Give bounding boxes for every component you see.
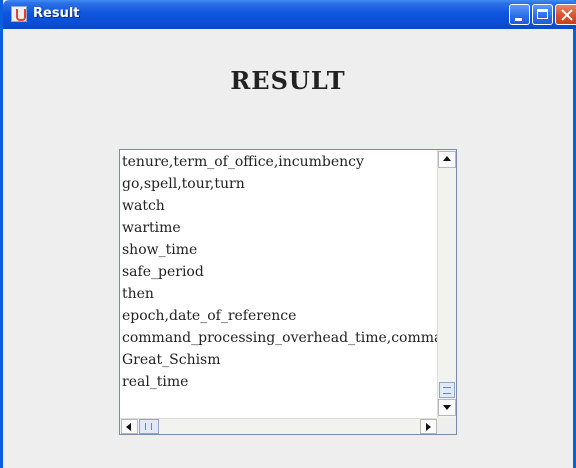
scroll-corner xyxy=(437,418,456,434)
list-item[interactable]: Great_Schism xyxy=(121,349,437,371)
horizontal-scrollbar[interactable] xyxy=(120,418,456,434)
vertical-scrollbar[interactable] xyxy=(437,150,456,418)
window-title: Result xyxy=(33,6,80,21)
java-cup-icon xyxy=(11,6,27,22)
arrow-down-icon xyxy=(443,405,451,410)
close-button[interactable] xyxy=(555,4,576,25)
scroll-down-button[interactable] xyxy=(438,399,456,416)
list-item[interactable]: safe_period xyxy=(121,261,437,283)
arrow-left-icon xyxy=(126,423,131,431)
maximize-button[interactable] xyxy=(532,4,553,25)
title-bar[interactable]: Result xyxy=(3,0,576,29)
list-item[interactable]: tenure,term_of_office,incumbency xyxy=(121,151,437,173)
list-item[interactable]: command_processing_overhead_time,command… xyxy=(121,327,437,349)
list-item[interactable]: epoch,date_of_reference xyxy=(121,305,437,327)
horizontal-scroll-thumb[interactable] xyxy=(139,419,159,434)
scroll-right-button[interactable] xyxy=(420,419,437,434)
result-list[interactable]: tenure,term_of_office,incumbency go,spel… xyxy=(121,151,437,417)
minimize-button[interactable] xyxy=(509,4,530,25)
list-item[interactable]: go,spell,tour,turn xyxy=(121,173,437,195)
result-list-box: tenure,term_of_office,incumbency go,spel… xyxy=(119,149,457,435)
list-item[interactable]: watch xyxy=(121,195,437,217)
arrow-right-icon xyxy=(426,423,431,431)
page-title: RESULT xyxy=(230,66,346,95)
scroll-left-button[interactable] xyxy=(121,419,138,434)
arrow-up-icon xyxy=(443,156,451,161)
list-item[interactable]: wartime xyxy=(121,217,437,239)
list-item[interactable]: real_time xyxy=(121,371,437,393)
scroll-up-button[interactable] xyxy=(438,151,456,168)
list-item[interactable]: then xyxy=(121,283,437,305)
list-item[interactable]: show_time xyxy=(121,239,437,261)
result-window: Result RESULT tenure,term_of_office,incu… xyxy=(0,0,576,468)
vertical-scroll-thumb[interactable] xyxy=(439,382,455,398)
